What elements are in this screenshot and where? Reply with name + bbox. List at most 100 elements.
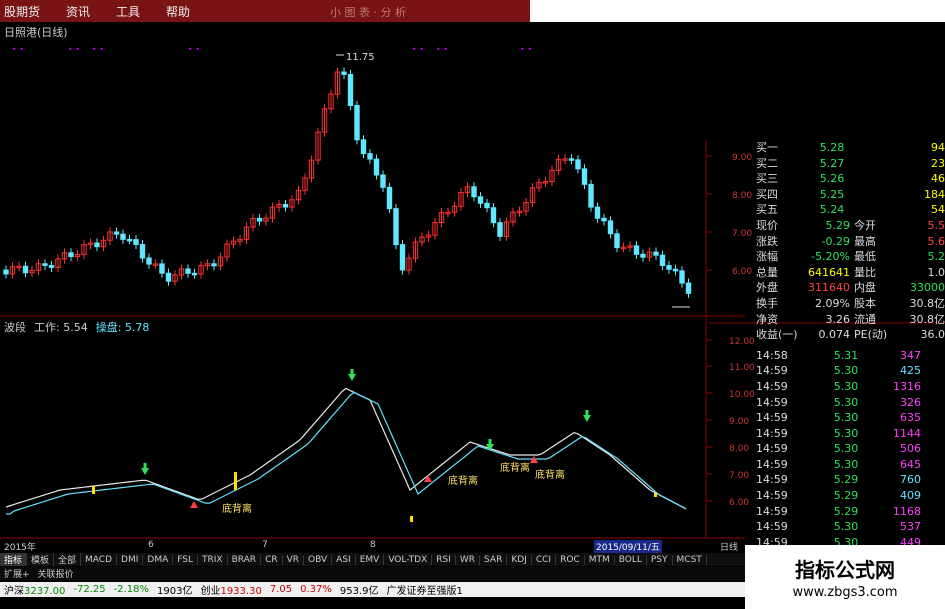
stats-row: 换手 2.09% 股本 30.8亿 [756,296,945,312]
stat-value-2: 33000 [910,281,945,295]
indicator-tab[interactable]: MCST [673,554,707,565]
stat-label-2: 最高 [854,234,876,248]
indicator-tab[interactable]: PSY [647,554,673,565]
candle-body [191,272,198,276]
quote-book-row[interactable]: 买一 5.28 94 [756,140,945,156]
sell-arrow-stem [143,463,147,468]
stat-value-2: 5.2 [927,250,945,264]
quote-book-row[interactable]: 买四 5.25 184 [756,187,945,203]
indicator-tab[interactable]: SAR [480,554,508,565]
candle-body [282,203,289,208]
tick-volume: 1168 [893,504,921,518]
secondary-tab[interactable]: 关联报价 [34,567,78,580]
indicator-tab[interactable]: CR [261,554,283,565]
quote-book-row[interactable]: 买二 5.27 23 [756,156,945,172]
indicator-tab[interactable]: VOL-TDX [384,554,433,565]
indicator-tab[interactable]: ASI [332,554,356,565]
indicator-tab[interactable]: RSI [432,554,456,565]
stat-value: 311640 [808,281,850,295]
candle-body [185,268,191,274]
tick-price: 5.29 [833,504,859,518]
secondary-tab[interactable]: 扩展+ [0,567,34,580]
candle-body [68,252,74,258]
stat-value-2: 1.0 [927,265,945,279]
event-marker: • • [12,45,24,54]
tick-row: 14:59 5.30 645 [756,457,945,473]
tick-time: 14:59 [756,411,788,425]
candle-body [256,217,263,222]
stats-row: 涨幅 -5.20% 最低 5.2 [756,249,945,265]
sell-arrow [348,374,356,381]
book-label: 买二 [756,156,778,170]
tick-volume: 409 [900,489,921,503]
tick-time: 14:59 [756,395,788,409]
price-tick-label: 9.00 [732,153,752,163]
tick-row: 14:59 5.29 409 [756,488,945,504]
stat-label: 涨跌 [756,234,778,248]
candle-body [126,238,133,242]
indicator-tick-label: 6.00 [729,498,749,508]
tick-time: 14:59 [756,520,788,534]
book-label: 买一 [756,141,778,154]
candle-body [120,233,126,240]
tick-volume: 1144 [893,426,921,440]
indicator-tab[interactable]: MACD [81,554,118,565]
book-volume: 94 [931,141,945,154]
indicator-tab[interactable]: KDJ [507,554,532,565]
tick-price: 5.30 [833,364,859,378]
candlesticks: 11.75 [3,52,692,308]
stat-label: 现价 [756,218,778,232]
candle-body [484,202,490,209]
status-bar: 沪深3237.00 -72.25 -2.18% 1903亿 创业1933.30 … [0,582,745,597]
event-marker: • • [68,45,80,54]
indicator-tab[interactable]: DMA [143,554,174,565]
book-volume: 184 [924,187,945,201]
indicator-tab[interactable]: 指标 [0,553,28,566]
indicator-tab[interactable]: BOLL [615,554,647,565]
indicator-tab[interactable]: BRAR [228,554,262,565]
indicator-tab[interactable]: 全部 [54,553,82,566]
tick-price: 5.30 [833,395,859,409]
quote-book-row[interactable]: 买五 5.24 54 [756,202,945,218]
indicator-tab[interactable]: EMV [356,554,385,565]
stat-value-2: 36.0 [920,328,945,342]
candle-body [477,196,484,204]
quote-panel: 买一 5.28 94 买二 5.27 23 买三 5.26 46 买四 5.25 184 买五 5.24 5… [756,140,945,564]
divergence-label: 底背离 [222,502,252,515]
indicator-tab[interactable]: WR [456,554,481,565]
indicator-tab[interactable]: TRIX [198,554,228,565]
quote-book-row[interactable]: 买三 5.26 46 [756,171,945,187]
tick-row: 14:59 5.30 1316 [756,379,945,395]
candle-body [159,263,165,274]
work-line [5,387,687,510]
indicator-tab[interactable]: CCI [532,554,557,565]
candle-body [607,220,614,235]
sell-arrow-stem [350,369,354,374]
indicator-tab[interactable]: ROC [556,554,585,565]
tick-volume: 506 [900,442,921,456]
price-axis: 9.00 8.00 7.00 6.00 12.00 11.00 10.00 9.00 8.00 7… [706,153,755,508]
candle-body [373,158,380,176]
stat-value: 641641 [808,265,850,279]
tick-volume: 645 [900,457,921,471]
book-volume: 46 [931,172,945,186]
period-label[interactable]: 日线 [720,540,738,553]
candle-body [640,253,646,258]
indicator-tab[interactable]: VR [283,554,305,565]
event-marker: • • [188,45,200,54]
indicator-tab[interactable]: DMI [117,554,144,565]
indicator-tab[interactable]: MTM [585,554,615,565]
candle-body [3,269,9,275]
op-value: 5.78 [124,321,150,334]
stat-value-2: 30.8亿 [909,312,945,326]
sh-value: 3237.00 [24,586,66,597]
tick-volume: 760 [900,473,921,487]
tick-time: 14:59 [756,473,788,487]
stat-label: 总量 [756,265,778,279]
book-label: 买四 [756,187,778,201]
indicator-tab[interactable]: OBV [304,554,333,565]
indicator-tab[interactable]: FSL [173,554,198,565]
indicator-tick-label: 11.00 [729,363,755,373]
tick-time: 14:59 [756,504,788,518]
indicator-tab[interactable]: 模板 [27,553,55,566]
